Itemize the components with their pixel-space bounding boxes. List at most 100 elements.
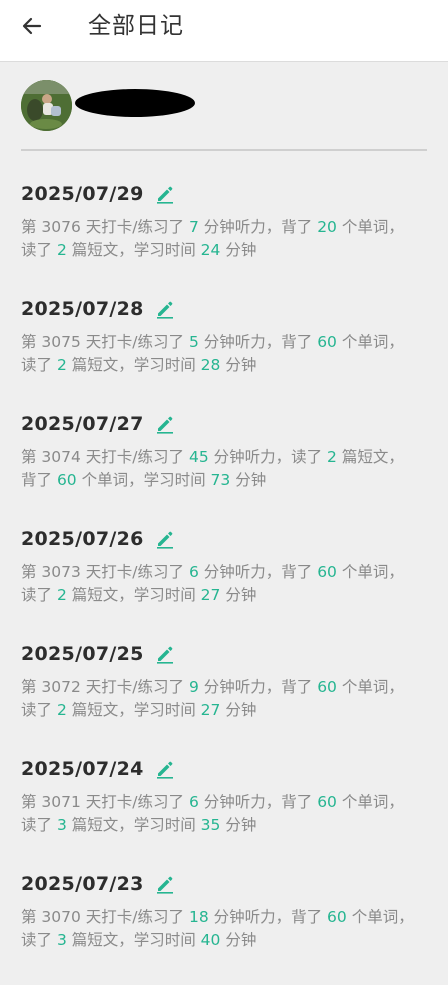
stat-number: 6 [188,563,199,581]
summary-text: 篇短文，学习时间 [66,701,201,719]
stat-number: 3 [56,816,67,834]
summary-text: 第 3073 天打卡/练习了 [21,563,189,581]
stat-number: 18 [188,908,209,926]
profile-section [21,80,427,132]
back-button[interactable] [16,10,48,42]
stat-number: 2 [56,356,67,374]
summary-text: 第 3071 天打卡/练习了 [21,793,189,811]
diary-entry[interactable]: 2025/07/29 第 3076 天打卡/练习了 7 分钟听力，背了 20 个单… [21,180,427,295]
entry-date: 2025/07/28 [21,298,144,320]
summary-text: 分钟听力，背了 [198,793,318,811]
stat-number: 40 [200,931,221,949]
stat-number: 2 [56,586,67,604]
entry-header: 2025/07/26 [21,525,427,553]
summary-text: 分钟听力，背了 [198,333,318,351]
entry-summary: 第 3073 天打卡/练习了 6 分钟听力，背了 60 个单词，读了 2 篇短文… [21,561,416,607]
summary-text: 篇短文，学习时间 [66,241,201,259]
pencil-icon[interactable] [155,184,175,204]
stat-number: 60 [317,333,337,351]
stat-number: 45 [188,448,209,466]
entry-date: 2025/07/27 [21,413,144,435]
summary-text: 篇短文，学习时间 [66,356,201,374]
stat-number: 2 [56,241,67,259]
pencil-icon[interactable] [155,874,175,894]
summary-text: 分钟听力，背了 [198,563,318,581]
stat-number: 60 [317,563,337,581]
stat-number: 60 [56,471,77,489]
stat-number: 28 [200,356,221,374]
summary-text: 第 3072 天打卡/练习了 [21,678,189,696]
summary-text: 分钟听力，背了 [198,218,318,236]
pencil-icon[interactable] [155,529,175,549]
diary-entry[interactable]: 2025/07/27 第 3074 天打卡/练习了 45 分钟听力，读了 2 篇短… [21,410,427,525]
summary-text: 分钟 [220,586,257,604]
stat-number: 35 [200,816,221,834]
entry-header: 2025/07/29 [21,180,427,208]
stat-number: 7 [188,218,199,236]
stat-number: 5 [188,333,199,351]
summary-text: 篇短文，学习时间 [66,816,201,834]
summary-text: 个单词，学习时间 [76,471,211,489]
entry-date: 2025/07/26 [21,528,144,550]
diary-entry[interactable]: 2025/07/26 第 3073 天打卡/练习了 6 分钟听力，背了 60 个单… [21,525,427,640]
summary-text: 分钟听力，读了 [208,448,328,466]
stat-number: 27 [200,701,221,719]
arrow-left-icon [22,17,42,35]
pencil-icon[interactable] [155,759,175,779]
avatar[interactable] [21,80,72,131]
summary-text: 第 3070 天打卡/练习了 [21,908,189,926]
entry-summary: 第 3071 天打卡/练习了 6 分钟听力，背了 60 个单词，读了 3 篇短文… [21,791,416,837]
summary-text: 分钟 [220,356,257,374]
entry-header: 2025/07/23 [21,870,427,898]
summary-text: 分钟听力，背了 [208,908,328,926]
entry-date: 2025/07/24 [21,758,144,780]
stat-number: 73 [210,471,231,489]
stat-number: 60 [317,793,337,811]
entry-date: 2025/07/29 [21,183,144,205]
stat-number: 24 [200,241,221,259]
summary-text: 篇短文，学习时间 [66,586,201,604]
summary-text: 第 3076 天打卡/练习了 [21,218,189,236]
avatar-image [21,80,72,131]
stat-number: 60 [317,678,337,696]
divider [21,149,427,151]
entry-header: 2025/07/27 [21,410,427,438]
diary-list: 2025/07/29 第 3076 天打卡/练习了 7 分钟听力，背了 20 个单… [21,180,427,985]
stat-number: 2 [327,448,337,466]
stat-number: 20 [317,218,337,236]
diary-entry[interactable]: 2025/07/24 第 3071 天打卡/练习了 6 分钟听力，背了 60 个单… [21,755,427,870]
stat-number: 27 [200,586,221,604]
page-title: 全部日记 [88,13,184,39]
summary-text: 篇短文，学习时间 [66,931,201,949]
stat-number: 9 [188,678,199,696]
pencil-icon[interactable] [155,414,175,434]
summary-text: 第 3074 天打卡/练习了 [21,448,189,466]
summary-text: 分钟 [220,931,257,949]
entry-summary: 第 3070 天打卡/练习了 18 分钟听力，背了 60 个单词，读了 3 篇短… [21,906,416,952]
entry-summary: 第 3076 天打卡/练习了 7 分钟听力，背了 20 个单词，读了 2 篇短文… [21,216,416,262]
top-bar: 全部日记 [0,0,448,62]
summary-text: 分钟听力，背了 [198,678,318,696]
diary-entry[interactable]: 2025/07/25 第 3072 天打卡/练习了 9 分钟听力，背了 60 个单… [21,640,427,755]
summary-text: 分钟 [220,241,257,259]
entry-date: 2025/07/23 [21,873,144,895]
entry-header: 2025/07/24 [21,755,427,783]
stat-number: 2 [56,701,67,719]
entry-summary: 第 3074 天打卡/练习了 45 分钟听力，读了 2 篇短文，背了 60 个单… [21,446,416,492]
summary-text: 分钟 [220,701,257,719]
summary-text: 分钟 [230,471,267,489]
diary-entry[interactable]: 2025/07/23 第 3070 天打卡/练习了 18 分钟听力，背了 60 个… [21,870,427,985]
pencil-icon[interactable] [155,299,175,319]
entry-date: 2025/07/25 [21,643,144,665]
entry-summary: 第 3075 天打卡/练习了 5 分钟听力，背了 60 个单词，读了 2 篇短文… [21,331,416,377]
entry-summary: 第 3072 天打卡/练习了 9 分钟听力，背了 60 个单词，读了 2 篇短文… [21,676,416,722]
entry-header: 2025/07/28 [21,295,427,323]
summary-text: 第 3075 天打卡/练习了 [21,333,189,351]
stat-number: 3 [56,931,67,949]
pencil-icon[interactable] [155,644,175,664]
stat-number: 6 [188,793,199,811]
entry-header: 2025/07/25 [21,640,427,668]
username-redacted [75,89,195,117]
diary-entry[interactable]: 2025/07/28 第 3075 天打卡/练习了 5 分钟听力，背了 60 个单… [21,295,427,410]
summary-text: 分钟 [220,816,257,834]
